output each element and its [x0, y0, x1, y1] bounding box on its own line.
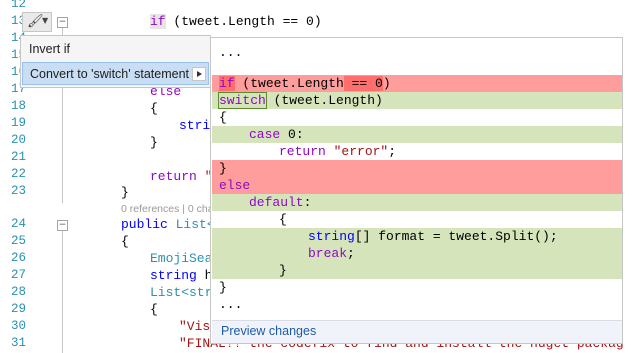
line-number: 19 — [10, 116, 26, 130]
line-number: 29 — [10, 302, 26, 316]
code-text: [] format = tweet.Split(); — [354, 229, 558, 244]
preview-added-line: default: — [212, 194, 622, 211]
line-number: 28 — [10, 285, 26, 299]
fold-toggle[interactable]: − — [57, 220, 68, 231]
diff-removed-token: == 0 — [343, 76, 383, 91]
code-text: ; — [388, 144, 397, 159]
code-editor[interactable]: 12 13 14 15 16 17 18 19 20 21 22 23 24 25 26 27 28 29 30 31… — [0, 0, 643, 353]
code-line-26[interactable]: EmojiSea — [150, 250, 212, 267]
code-text: ) — [382, 76, 391, 91]
chevron-right-icon[interactable] — [192, 67, 206, 81]
code-text: (tweet.Length == 0) — [165, 14, 322, 29]
line-number: 21 — [10, 150, 26, 164]
preview-line: { — [279, 212, 287, 227]
code-line-18[interactable]: { — [150, 100, 158, 117]
menu-item-label: Convert to 'switch' statement — [30, 67, 190, 81]
preview-line: } — [219, 280, 227, 295]
menu-item-convert-to-switch[interactable]: Convert to 'switch' statement — [22, 62, 209, 85]
code-line-25[interactable]: { — [121, 233, 129, 250]
code-text: 0: — [280, 127, 304, 142]
line-number: 23 — [10, 184, 26, 198]
line-number: 22 — [10, 167, 26, 181]
code-text: (tweet.Length — [234, 76, 344, 91]
preview-added-line: case 0: — [212, 126, 622, 143]
code-line-23[interactable]: } — [121, 184, 129, 201]
preview-removed-line: } — [212, 160, 622, 177]
line-number: 31 — [10, 336, 26, 350]
code-keyword: break — [308, 246, 348, 261]
line-number: 25 — [10, 234, 26, 248]
code-line-29[interactable]: { — [150, 301, 158, 318]
quick-actions-lightbulb[interactable]: 🖌 ▼ — [22, 12, 52, 32]
line-number: 24 — [10, 217, 26, 231]
code-keyword: else — [219, 178, 251, 193]
preview-ellipsis-bottom: ... — [219, 297, 243, 312]
code-line-22[interactable]: return " — [150, 168, 212, 185]
code-text: ; — [347, 246, 355, 261]
preview-changes-popup: ... if (tweet.Length == 0) switch (tweet… — [210, 37, 623, 344]
preview-line: { — [219, 110, 227, 125]
line-number: 26 — [10, 251, 26, 265]
fold-guide — [62, 231, 63, 353]
preview-removed-line: if (tweet.Length == 0) — [212, 75, 622, 92]
codelens-references[interactable]: 0 references | 0 cha — [121, 202, 214, 216]
code-keyword: case — [249, 127, 281, 142]
code-line-13[interactable]: if (tweet.Length == 0) — [150, 13, 322, 30]
chevron-down-icon: ▼ — [42, 16, 49, 25]
preview-line: return "error"; — [212, 143, 622, 160]
code-type: List< — [167, 217, 215, 232]
line-number: 18 — [10, 99, 26, 113]
line-number: 20 — [10, 133, 26, 147]
code-keyword: if — [150, 14, 166, 29]
code-keyword: public — [121, 217, 168, 232]
code-line-20[interactable]: } — [150, 134, 158, 151]
preview-changes-footer: Preview changes — [212, 320, 622, 343]
diff-removed-token: if — [219, 76, 235, 91]
diff-added-token: switch — [218, 92, 267, 109]
code-keyword: string — [150, 268, 197, 283]
code-line-24[interactable]: public List< — [121, 216, 215, 233]
code-keyword: return — [279, 144, 326, 159]
quick-actions-menu: Invert if Convert to 'switch' statement — [20, 35, 211, 88]
code-keyword: return — [150, 169, 197, 184]
code-line-19[interactable]: stri — [179, 117, 210, 134]
preview-removed-line: else — [212, 177, 622, 194]
code-line-28[interactable]: List<str — [150, 284, 212, 301]
code-text: : — [303, 195, 312, 210]
code-string: "error" — [333, 144, 389, 159]
preview-added-line: } — [212, 262, 622, 279]
vertical-scrollbar[interactable] — [623, 37, 643, 353]
menu-item-invert-if[interactable]: Invert if — [22, 38, 209, 61]
fold-toggle[interactable]: − — [57, 17, 68, 28]
code-keyword: string — [308, 229, 355, 244]
code-keyword: default — [249, 195, 304, 210]
preview-added-line: string[] format = tweet.Split(); — [212, 228, 622, 245]
preview-added-line: break; — [212, 245, 622, 262]
code-text: (tweet.Length) — [265, 93, 383, 108]
preview-added-line: switch (tweet.Length) — [212, 92, 622, 109]
preview-changes-link[interactable]: Preview changes — [221, 324, 316, 338]
line-number: 27 — [10, 268, 26, 282]
line-number: 30 — [10, 319, 26, 333]
code-line-30[interactable]: "Vis — [179, 318, 210, 335]
preview-ellipsis-top: ... — [219, 45, 243, 60]
